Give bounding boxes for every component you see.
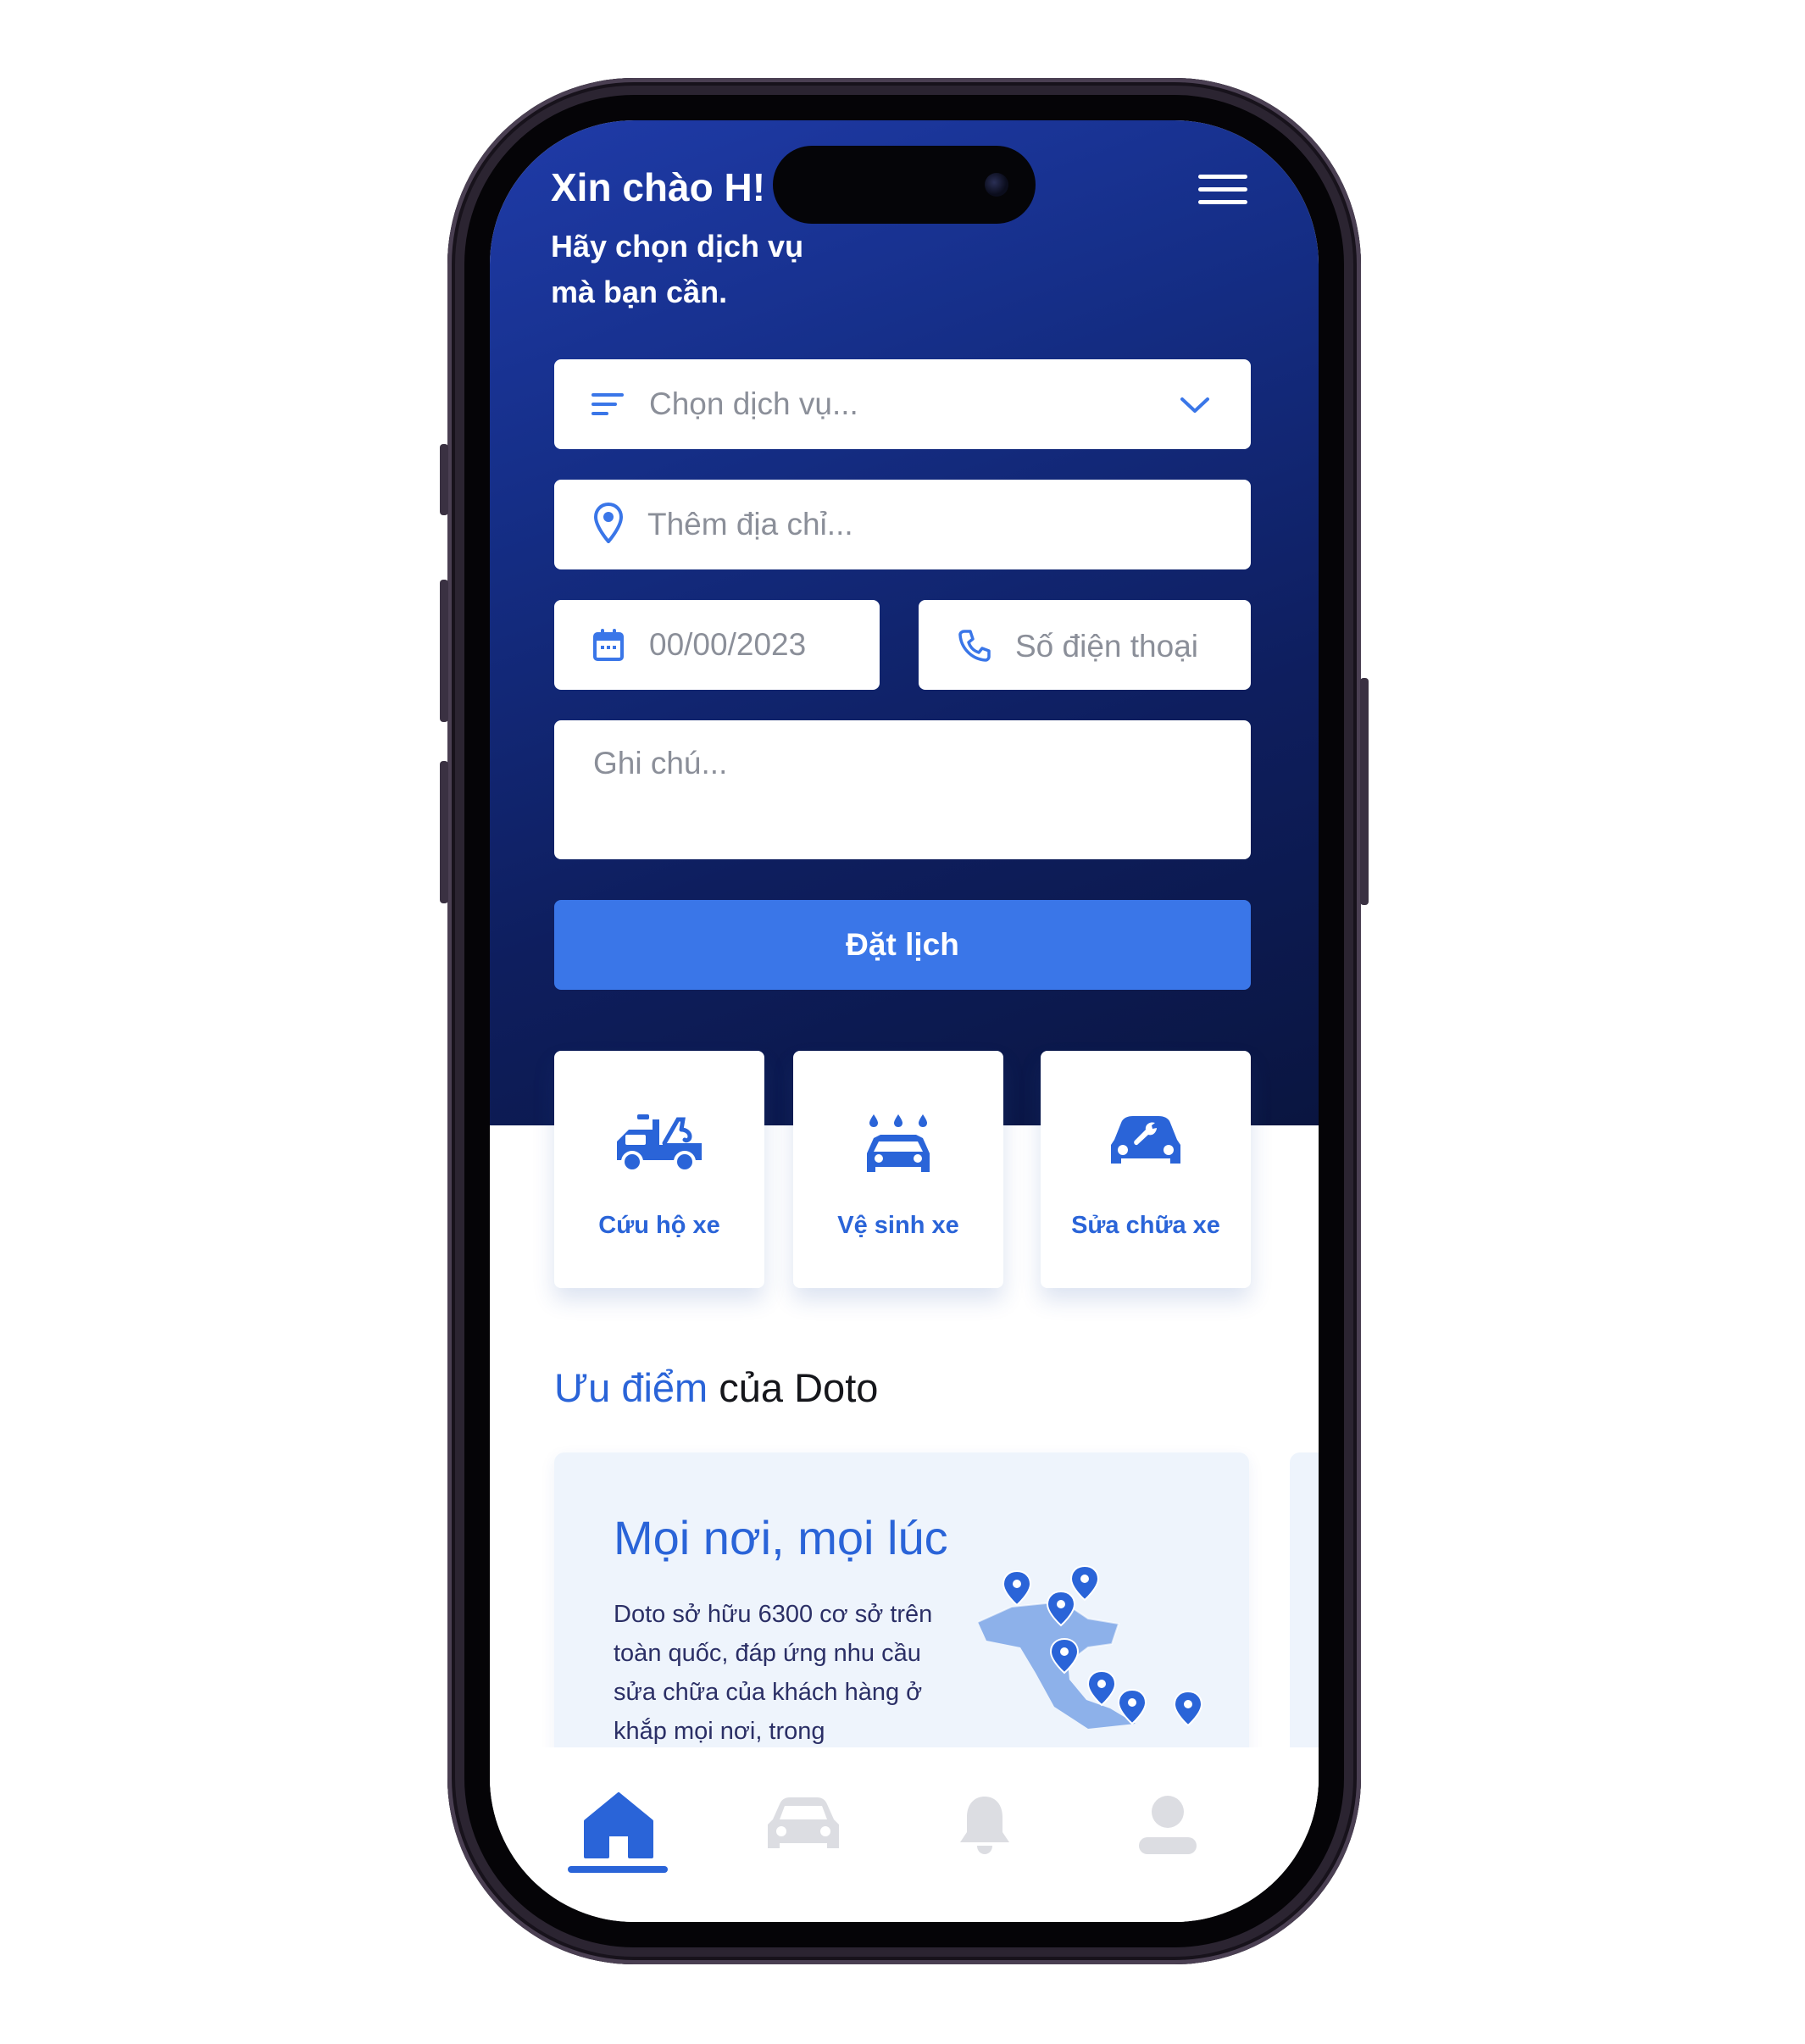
advantage-card-title: Mọi nơi, mọi lúc bbox=[614, 1511, 948, 1564]
service-card-repair[interactable]: Sửa chữa xe bbox=[1041, 1051, 1251, 1288]
nav-notifications[interactable] bbox=[934, 1783, 1036, 1868]
action-button bbox=[440, 444, 448, 515]
phone-screen: Xin chào H! Hãy chọn dịch vụ mà bạn cần.… bbox=[490, 120, 1319, 1922]
advantage-card-description: Doto sở hữu 6300 cơ sở trên toàn quốc, đ… bbox=[614, 1601, 933, 1745]
note-placeholder: Ghi chú... bbox=[593, 746, 728, 780]
greeting-subtitle: Hãy chọn dịch vụ mà bạn cần. bbox=[551, 229, 804, 309]
advantages-title-highlight: Ưu điểm bbox=[554, 1365, 708, 1410]
front-camera bbox=[985, 173, 1008, 197]
service-card-label: Vệ sinh xe bbox=[837, 1212, 959, 1239]
date-field[interactable]: 00/00/2023 bbox=[554, 600, 880, 690]
phone-icon bbox=[956, 627, 993, 664]
hamburger-line bbox=[1198, 187, 1247, 192]
note-field[interactable]: Ghi chú... bbox=[554, 720, 1251, 859]
book-appointment-button[interactable]: Đặt lịch bbox=[554, 900, 1251, 990]
hamburger-icon bbox=[1198, 175, 1247, 179]
service-card-tow[interactable]: Cứu hộ xe bbox=[554, 1051, 764, 1288]
service-card-label: Sửa chữa xe bbox=[1071, 1212, 1220, 1239]
bottom-nav bbox=[490, 1747, 1319, 1922]
volume-down-button bbox=[440, 761, 448, 903]
phone-number-field[interactable]: Số điện thoại bbox=[919, 600, 1251, 690]
home-icon bbox=[584, 1792, 653, 1858]
advantages-title-rest: của Doto bbox=[708, 1365, 879, 1410]
phone-placeholder: Số điện thoại bbox=[1015, 629, 1199, 664]
active-tab-indicator bbox=[568, 1866, 668, 1873]
advantages-title: Ưu điểm của Doto bbox=[554, 1364, 878, 1411]
address-field[interactable]: Thêm địa chỉ... bbox=[554, 480, 1251, 569]
menu-button[interactable] bbox=[1198, 171, 1249, 208]
nav-home[interactable] bbox=[568, 1783, 669, 1868]
service-select[interactable]: Chọn dịch vụ... bbox=[554, 359, 1251, 449]
nav-profile[interactable] bbox=[1117, 1783, 1219, 1868]
hamburger-line bbox=[1198, 200, 1247, 204]
power-button bbox=[1360, 678, 1369, 905]
car-icon bbox=[768, 1797, 839, 1848]
address-placeholder: Thêm địa chỉ... bbox=[647, 507, 853, 542]
nav-car[interactable] bbox=[753, 1783, 854, 1868]
volume-up-button bbox=[440, 580, 448, 722]
car-wash-icon bbox=[852, 1107, 945, 1183]
calendar-icon bbox=[591, 627, 625, 663]
filter-list-icon bbox=[591, 390, 625, 419]
service-card-label: Cứu hộ xe bbox=[598, 1212, 720, 1239]
greeting-title: Xin chào H! bbox=[551, 165, 766, 209]
location-pin-icon bbox=[591, 502, 625, 544]
tow-truck-icon bbox=[613, 1107, 706, 1183]
profile-icon bbox=[1139, 1796, 1197, 1854]
car-repair-icon bbox=[1099, 1107, 1192, 1183]
chevron-down-icon bbox=[1178, 393, 1212, 417]
dynamic-island bbox=[773, 146, 1036, 224]
bell-icon bbox=[960, 1797, 1009, 1854]
service-card-wash[interactable]: Vệ sinh xe bbox=[793, 1051, 1003, 1288]
vietnam-map-illustration bbox=[961, 1563, 1215, 1732]
date-placeholder: 00/00/2023 bbox=[649, 627, 807, 662]
service-select-placeholder: Chọn dịch vụ... bbox=[649, 386, 858, 421]
